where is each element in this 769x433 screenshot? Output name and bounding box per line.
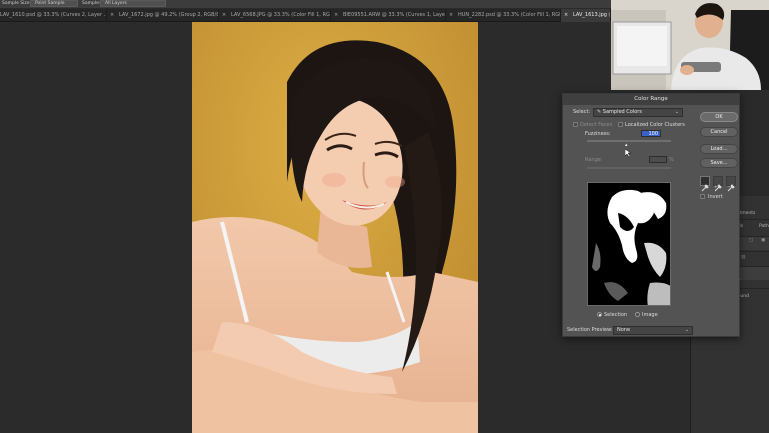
selection-preview-label: Selection Preview: xyxy=(567,327,613,333)
fuzziness-label: Fuzziness: xyxy=(585,131,611,137)
close-icon[interactable]: × xyxy=(564,9,568,22)
save-button[interactable]: Save... xyxy=(700,158,738,168)
select-value: Sampled Colors xyxy=(602,109,642,115)
dialog-title: Color Range xyxy=(563,94,739,105)
fuzziness-field[interactable]: 100 xyxy=(641,130,661,137)
panel-icon[interactable]: ▢ xyxy=(749,238,753,243)
chevron-down-icon: ⌄ xyxy=(684,327,689,333)
tab-label: LAV_6568.JPG @ 33.3% (Color Fill 1, RGB/… xyxy=(231,12,331,18)
tab-label: BIE09551.ARW @ 33.3% (Curves 1, Layer ..… xyxy=(343,12,446,18)
layer-thumb-icon: ▥ xyxy=(741,255,746,260)
load-button[interactable]: Load... xyxy=(700,144,738,154)
tab-label: LAV_1610.psd @ 33.3% (Curves 2, Layer ..… xyxy=(0,12,107,18)
detect-faces-checkbox[interactable] xyxy=(573,122,578,127)
invert-checkbox[interactable] xyxy=(700,194,705,199)
view-image-radio[interactable] xyxy=(635,312,640,317)
sample-label: Sample: xyxy=(82,1,101,6)
document-tab[interactable]: × LAV_1672.jpg @ 49.2% (Group 2, RGB/8*..… xyxy=(107,9,219,22)
range-label: Range: xyxy=(585,157,603,163)
selection-preview-image xyxy=(587,182,671,306)
panel-icon[interactable]: ▣ xyxy=(761,238,765,243)
view-selection-label: Selection xyxy=(604,312,628,318)
selection-preview-dropdown[interactable]: None ⌄ xyxy=(613,326,693,335)
eyedropper-icon[interactable] xyxy=(700,176,710,192)
mask-preview xyxy=(588,183,670,305)
invert-label: Invert xyxy=(708,194,723,200)
portrait-photo xyxy=(192,22,478,433)
paths-tab[interactable]: Path xyxy=(759,224,769,229)
select-label: Select: xyxy=(573,109,591,115)
eyedropper-plus-icon[interactable]: + xyxy=(713,176,723,192)
localized-clusters-checkbox[interactable] xyxy=(618,122,623,127)
view-image-label: Image xyxy=(642,312,658,318)
eyedropper-small-icon: ✎ xyxy=(597,109,602,115)
tab-label: LAV_1613.jpg @ 3... xyxy=(573,12,610,18)
svg-text:−: − xyxy=(727,184,730,189)
sample-select[interactable]: All Layers xyxy=(100,0,166,7)
view-selection-radio[interactable] xyxy=(597,312,602,317)
document-tab[interactable]: × HUN_2282.psd @ 33.3% (Color Fill 1, RGB… xyxy=(446,9,561,22)
range-unit: % xyxy=(669,157,674,163)
localized-clusters-label: Localized Color Clusters xyxy=(625,122,685,128)
document-tab-active[interactable]: × LAV_1613.jpg @ 3... xyxy=(561,9,611,22)
tab-label: LAV_1672.jpg @ 49.2% (Group 2, RGB/8*... xyxy=(119,12,219,18)
range-slider xyxy=(587,167,671,169)
document-canvas-photo[interactable] xyxy=(192,22,478,433)
selection-preview-value: None xyxy=(617,327,631,333)
ok-button[interactable]: OK xyxy=(700,112,738,122)
document-tab[interactable]: LAV_1610.psd @ 33.3% (Curves 2, Layer ..… xyxy=(0,9,107,22)
detect-faces-label: Detect Faces xyxy=(580,122,613,128)
chevron-down-icon: ⌄ xyxy=(674,109,679,115)
select-dropdown[interactable]: ✎ Sampled Colors ⌄ xyxy=(593,108,683,117)
document-tab[interactable]: × BIE09551.ARW @ 33.3% (Curves 1, Layer .… xyxy=(331,9,446,22)
sample-size-label: Sample Size: xyxy=(2,1,32,6)
tab-label: HUN_2282.psd @ 33.3% (Color Fill 1, RGB/… xyxy=(458,12,561,18)
svg-text:+: + xyxy=(714,184,717,189)
range-field xyxy=(649,156,667,163)
close-icon[interactable]: × xyxy=(449,9,453,22)
close-icon[interactable]: × xyxy=(222,9,226,22)
eyedropper-minus-icon[interactable]: − xyxy=(726,176,736,192)
photoshop-window: Sample Size: Point Sample Sample: All La… xyxy=(0,0,769,433)
color-range-dialog: Color Range Select: ✎ Sampled Colors ⌄ D… xyxy=(562,93,740,337)
close-icon[interactable]: × xyxy=(110,9,114,22)
cancel-button[interactable]: Cancel xyxy=(700,127,738,137)
document-tab[interactable]: × LAV_6568.JPG @ 33.3% (Color Fill 1, RGB… xyxy=(219,9,331,22)
close-icon[interactable]: × xyxy=(334,9,338,22)
mouse-cursor-icon xyxy=(624,142,632,158)
presenter-video xyxy=(611,0,769,90)
sample-size-select[interactable]: Point Sample xyxy=(30,0,78,7)
webcam-overlay xyxy=(611,0,769,90)
